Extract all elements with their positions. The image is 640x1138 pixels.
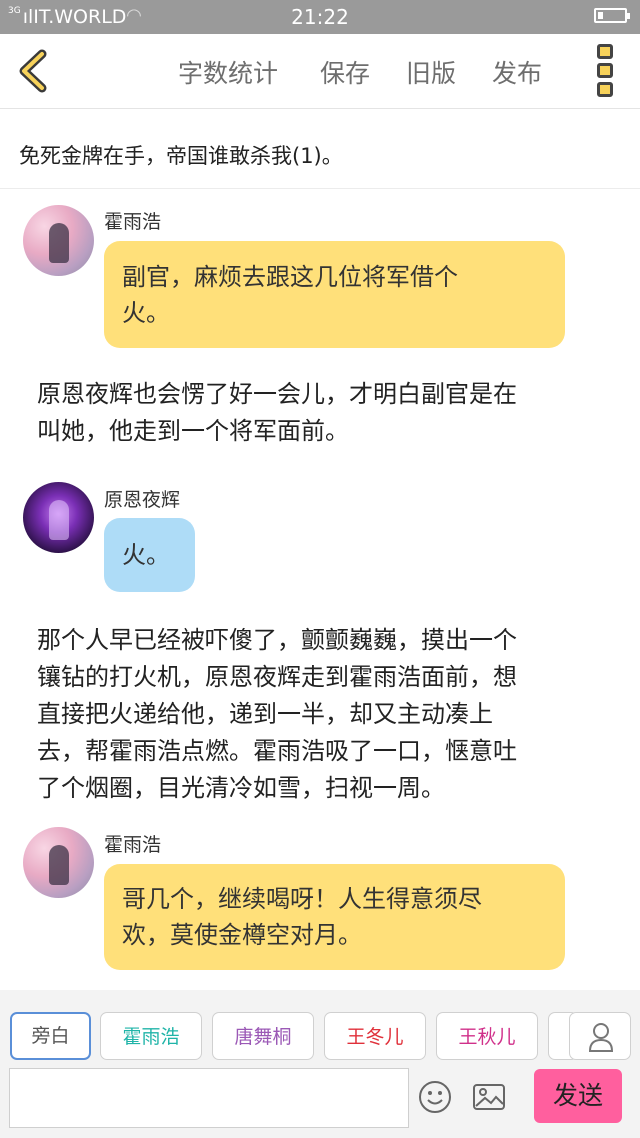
save-button[interactable]: 保存 bbox=[320, 54, 370, 90]
smiley-icon bbox=[419, 1081, 451, 1113]
message-text-line: 火。 bbox=[122, 299, 170, 327]
message-text-line: 副官，麻烦去跟这几位将军借个 bbox=[122, 263, 458, 291]
character-chip-wang-donger[interactable]: 王冬儿 bbox=[324, 1012, 426, 1060]
more-menu-button[interactable] bbox=[590, 44, 620, 98]
message-bubble[interactable]: 哥几个，继续喝呀！人生得意须尽 欢，莫使金樽空对月。 bbox=[104, 864, 565, 970]
narration-line: 镶钻的打火机，原恩夜辉走到霍雨浩面前，想 bbox=[37, 663, 517, 691]
battery-icon bbox=[594, 8, 630, 23]
message-text-line: 哥几个，继续喝呀！人生得意须尽 bbox=[122, 885, 482, 913]
story-title: 免死金牌在手，帝国谁敢杀我(1)。 bbox=[19, 144, 343, 168]
narration-line: 直接把火递给他，递到一半，却又主动凑上 bbox=[37, 700, 493, 728]
old-version-button[interactable]: 旧版 bbox=[406, 54, 456, 90]
narration-line: 了个烟圈，目光清冷如雪，扫视一周。 bbox=[37, 774, 445, 802]
word-count-button[interactable]: 字数统计 bbox=[178, 54, 278, 90]
message-input[interactable] bbox=[9, 1068, 409, 1128]
message-bubble[interactable]: 火。 bbox=[104, 518, 195, 592]
user-button[interactable] bbox=[569, 1012, 631, 1060]
message-bubble[interactable]: 副官，麻烦去跟这几位将军借个 火。 bbox=[104, 241, 565, 348]
top-toolbar: 字数统计 保存 旧版 发布 bbox=[0, 34, 640, 109]
status-bar: 3G ılIT.WORLD ◜◝ 21:22 bbox=[0, 0, 640, 34]
vertical-dots-icon bbox=[590, 44, 620, 97]
avatar[interactable] bbox=[23, 482, 94, 553]
narration-line: 原恩夜辉也会愣了好一会儿，才明白副官是在 bbox=[37, 380, 517, 408]
speaker-name: 霍雨浩 bbox=[104, 834, 162, 856]
chevron-left-icon bbox=[19, 49, 47, 93]
character-chip-huo-yuhao[interactable]: 霍雨浩 bbox=[100, 1012, 202, 1060]
user-icon bbox=[588, 1023, 614, 1052]
message-text-line: 火。 bbox=[122, 541, 170, 569]
narration-block[interactable]: 那个人早已经被吓傻了，颤颤巍巍，摸出一个 镶钻的打火机，原恩夜辉走到霍雨浩面前，… bbox=[37, 622, 617, 807]
status-time: 21:22 bbox=[291, 5, 349, 29]
divider bbox=[0, 188, 640, 189]
back-button[interactable] bbox=[12, 48, 56, 94]
send-button[interactable]: 发送 bbox=[534, 1069, 622, 1123]
narration-line: 那个人早已经被吓傻了，颤颤巍巍，摸出一个 bbox=[37, 626, 517, 654]
speaker-name: 霍雨浩 bbox=[104, 211, 162, 233]
image-icon bbox=[473, 1084, 505, 1110]
emoji-button[interactable] bbox=[418, 1080, 452, 1114]
image-button[interactable] bbox=[472, 1080, 506, 1114]
avatar[interactable] bbox=[23, 205, 94, 276]
message-text-line: 欢，莫使金樽空对月。 bbox=[122, 921, 362, 949]
avatar[interactable] bbox=[23, 827, 94, 898]
narration-line: 叫她，他走到一个将军面前。 bbox=[37, 417, 349, 445]
speaker-name: 原恩夜辉 bbox=[104, 489, 181, 511]
narration-line: 去，帮霍雨浩点燃。霍雨浩吸了一口，惬意吐 bbox=[37, 737, 517, 765]
character-chip-narrator[interactable]: 旁白 bbox=[10, 1012, 91, 1060]
publish-button[interactable]: 发布 bbox=[492, 54, 542, 90]
character-chip-tang-wutong[interactable]: 唐舞桐 bbox=[212, 1012, 314, 1060]
character-chip-wang-qiuer[interactable]: 王秋儿 bbox=[436, 1012, 538, 1060]
narration-block[interactable]: 原恩夜辉也会愣了好一会儿，才明白副官是在 叫她，他走到一个将军面前。 bbox=[37, 376, 617, 450]
